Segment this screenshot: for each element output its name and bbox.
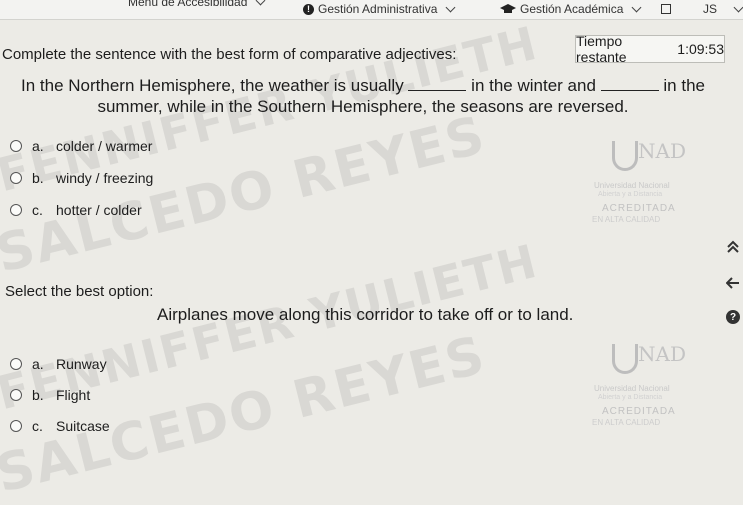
question2-instructions: Select the best option: <box>5 283 154 300</box>
question1-text: In the Northern Hemisphere, the weather … <box>18 75 708 117</box>
option-text: colder / warmer <box>56 138 153 154</box>
admin-menu-label: Gestión Administrativa <box>318 2 438 16</box>
info-icon: ! <box>303 3 314 15</box>
user-menu[interactable]: JS <box>703 2 743 16</box>
blank-1 <box>408 76 467 91</box>
logo-mark: NAD <box>638 139 686 163</box>
university-logo: NAD Universidad Nacional Abierta y a Dis… <box>580 338 700 438</box>
scroll-up-button[interactable] <box>726 240 740 254</box>
chevron-down-icon <box>631 2 642 12</box>
accessibility-menu-label: Menú de Accesibilidad <box>128 0 248 9</box>
q2-option-a[interactable]: a. Runway <box>10 356 107 372</box>
option-letter: a. <box>32 356 44 372</box>
graduation-cap-icon <box>500 4 516 13</box>
chevron-down-icon <box>733 2 743 12</box>
option-text: Suitcase <box>56 418 110 434</box>
messages-button[interactable] <box>661 4 671 14</box>
radio-button[interactable] <box>10 420 22 432</box>
user-initials: JS <box>703 2 718 16</box>
timer-value: 1:09:53 <box>677 41 724 57</box>
radio-button[interactable] <box>10 172 22 184</box>
chevron-double-up-icon <box>727 240 739 253</box>
timer: Tiempo restante 1:09:53 <box>575 33 725 65</box>
timer-label: Tiempo restante <box>576 33 627 65</box>
logo-u-mark <box>612 141 638 171</box>
question1-instructions: Complete the sentence with the best form… <box>2 46 457 63</box>
logo-text-1: Universidad Nacional <box>594 384 670 393</box>
logo-text-3: ACREDITADA <box>602 203 676 214</box>
accessibility-menu[interactable]: Menú de Accesibilidad <box>128 0 266 9</box>
back-button[interactable] <box>726 277 740 289</box>
q1-option-c[interactable]: c. hotter / colder <box>10 202 142 218</box>
q1-option-b[interactable]: b. windy / freezing <box>10 170 153 186</box>
logo-text-3: ACREDITADA <box>602 406 676 417</box>
q1-text-part3: in the <box>663 76 705 95</box>
option-text: Flight <box>56 387 91 403</box>
option-letter: a. <box>32 138 44 154</box>
top-navigation-bar: Menú de Accesibilidad ! Gestión Administ… <box>0 0 743 20</box>
academic-menu[interactable]: Gestión Académica <box>500 2 642 16</box>
option-text: Runway <box>56 356 107 372</box>
option-letter: c. <box>32 418 43 434</box>
q1-text-part1: In the Northern Hemisphere, the weather … <box>21 76 404 95</box>
watermark-name-line2: SALCEDO REYES <box>0 325 492 505</box>
radio-button[interactable] <box>10 358 22 370</box>
logo-mark: NAD <box>638 342 686 366</box>
logo-text-4: EN ALTA CALIDAD <box>592 215 661 224</box>
chevron-down-icon <box>445 2 456 12</box>
option-text: windy / freezing <box>56 170 154 186</box>
watermark-name-line2: SALCEDO REYES <box>0 105 492 285</box>
option-letter: c. <box>32 202 43 218</box>
q1-text-part4: summer, while in the Southern Hemisphere… <box>97 97 629 116</box>
checkbox-icon <box>661 4 671 14</box>
logo-text-2: Abierta y a Distancia <box>598 191 663 198</box>
logo-u-mark <box>612 344 638 374</box>
radio-button[interactable] <box>10 140 22 152</box>
logo-text-4: EN ALTA CALIDAD <box>592 418 661 427</box>
arrow-left-icon <box>726 277 739 289</box>
help-icon[interactable]: ? <box>726 310 740 324</box>
q2-option-c[interactable]: c. Suitcase <box>10 418 110 434</box>
admin-menu[interactable]: ! Gestión Administrativa <box>303 2 456 16</box>
academic-menu-label: Gestión Académica <box>520 2 624 16</box>
radio-button[interactable] <box>10 389 22 401</box>
university-logo: NAD Universidad Nacional Abierta y a Dis… <box>580 135 700 235</box>
blank-2 <box>600 76 659 91</box>
option-letter: b. <box>32 170 44 186</box>
radio-button[interactable] <box>10 204 22 216</box>
logo-text-2: Abierta y a Distancia <box>598 394 663 401</box>
question2-text: Airplanes move along this corridor to ta… <box>157 305 574 324</box>
option-letter: b. <box>32 387 44 403</box>
logo-text-1: Universidad Nacional <box>594 181 670 190</box>
option-text: hotter / colder <box>56 202 142 218</box>
q1-option-a[interactable]: a. colder / warmer <box>10 138 152 154</box>
chevron-down-icon <box>255 0 266 5</box>
q2-option-b[interactable]: b. Flight <box>10 387 90 403</box>
q1-text-part2: in the winter and <box>471 76 596 95</box>
